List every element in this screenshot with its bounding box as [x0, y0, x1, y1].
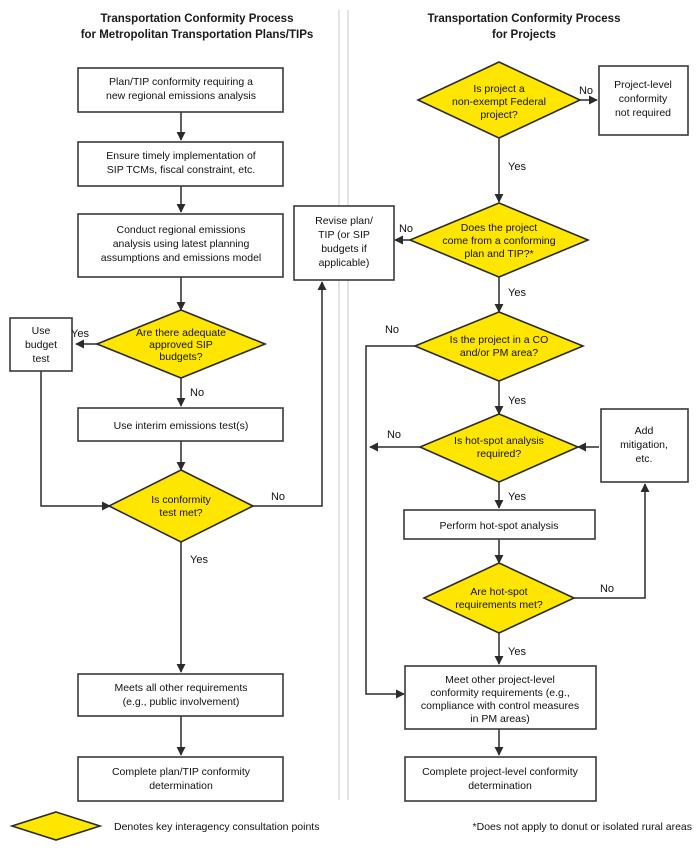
node-is-project-in-co-pm-area[interactable]: Is the project in a CO and/or PM area? [412, 311, 586, 382]
edge-label-yes-budget: Yes [71, 328, 89, 340]
node-meet-other-project-level-conformity-requirements[interactable]: Meet other project-level conformity requ… [404, 665, 597, 730]
node-label: compliance with control measures [421, 700, 579, 712]
node-is-hot-spot-analysis-required[interactable]: Is hot-spot analysis required? [417, 413, 581, 483]
node-label: Project-level [614, 79, 672, 91]
edge-n7-no-revise [253, 281, 327, 507]
node-is-conformity-test-met[interactable]: Is conformity test met? [107, 469, 255, 543]
edge-label-yes-hsreq: Yes [508, 646, 526, 658]
footnote-text: *Does not apply to donut or isolated rur… [473, 821, 692, 833]
legend-diamond-swatch [9, 811, 103, 841]
edge-label-no-budget: No [190, 387, 204, 399]
node-label: required? [477, 448, 522, 460]
node-label: conformity requirements (e.g., [430, 687, 569, 699]
node-label: Does the project [461, 222, 538, 234]
node-label: analysis using latest planning [113, 238, 250, 250]
node-is-project-non-exempt-federal[interactable]: Is project a non-exempt Federal project? [416, 61, 582, 139]
edge-label-yes-conforming: Yes [508, 287, 526, 299]
node-label: Meet other project-level [445, 674, 555, 686]
node-does-project-come-from-conforming-plan-tip[interactable]: Does the project come from a conforming … [407, 202, 591, 278]
node-label: budgets if [321, 243, 367, 255]
node-label: in PM areas) [470, 713, 530, 725]
node-label: test met? [159, 507, 202, 519]
node-label: mitigation, [620, 439, 668, 451]
node-label: determination [468, 780, 532, 792]
right-column-title-line1: Transportation Conformity Process [428, 13, 621, 25]
node-label: Is hot-spot analysis [454, 435, 544, 447]
node-label: Revise plan/ [315, 215, 373, 227]
flowchart-canvas: Transportation Conformity Process for Me… [0, 0, 700, 856]
edge-label-no-hotspot: No [387, 429, 401, 441]
flowchart-svg: Transportation Conformity Process for Me… [9, 10, 692, 841]
node-use-interim-emissions-test[interactable]: Use interim emissions test(s) [77, 407, 284, 442]
node-label: Plan/TIP conformity requiring a [109, 76, 253, 88]
node-label: requirements met? [455, 599, 543, 611]
node-label: SIP TCMs, fiscal constraint, etc. [107, 164, 255, 176]
node-label: budget [25, 339, 57, 351]
node-label: conformity [619, 93, 668, 105]
node-label: determination [149, 780, 213, 792]
node-label: Are there adequate [136, 327, 226, 339]
node-project-level-conformity-not-required[interactable]: Project-level conformity not required [598, 65, 689, 136]
node-are-hot-spot-requirements-met[interactable]: Are hot-spot requirements met? [422, 562, 576, 634]
node-label: (e.g., public involvement) [123, 696, 240, 708]
node-label: Add [635, 425, 654, 437]
node-label: Complete plan/TIP conformity [112, 766, 251, 778]
edge-r8-no-r6 [574, 483, 650, 599]
node-label: test [33, 353, 50, 365]
node-label: assumptions and emissions model [101, 252, 262, 264]
node-label: etc. [636, 453, 653, 465]
edge-label-yes-federal: Yes [508, 161, 526, 173]
node-label: Are hot-spot [470, 586, 527, 598]
legend-label: Denotes key interagency consultation poi… [114, 821, 319, 833]
edge-label-no-copm: No [385, 324, 399, 336]
node-label: Perform hot-spot analysis [439, 520, 558, 532]
edge-label-no-conforming: No [399, 223, 413, 235]
right-column-title-line2: for Projects [492, 29, 556, 41]
node-label: budgets? [159, 351, 202, 363]
node-label: new regional emissions analysis [106, 90, 256, 102]
node-complete-project-level-conformity-determination[interactable]: Complete project-level conformity determ… [404, 756, 597, 802]
node-label: Complete project-level conformity [422, 766, 579, 778]
node-add-mitigation[interactable]: Add mitigation, etc. [600, 408, 689, 483]
node-plan-tip-conformity[interactable]: Plan/TIP conformity requiring a new regi… [77, 67, 284, 113]
edge-label-yes-hotspot: Yes [508, 491, 526, 503]
node-meets-all-other-requirements[interactable]: Meets all other requirements (e.g., publ… [77, 673, 284, 717]
node-ensure-timely-implementation[interactable]: Ensure timely implementation of SIP TCMs… [77, 141, 284, 187]
node-revise-plan-tip[interactable]: Revise plan/ TIP (or SIP budgets if appl… [293, 205, 395, 281]
node-use-budget-test[interactable]: Use budget test [9, 317, 73, 372]
edge-label-no-conformity: No [271, 491, 285, 503]
node-label: and/or PM area? [460, 347, 538, 359]
node-label: Is project a [473, 83, 525, 95]
node-label: Ensure timely implementation of [106, 150, 255, 162]
left-column-title-line2: for Metropolitan Transportation Plans/TI… [81, 29, 314, 41]
node-label: Is conformity [151, 494, 211, 506]
node-label: non-exempt Federal [452, 96, 546, 108]
edge-label-yes-conformity: Yes [190, 554, 208, 566]
node-conduct-regional-emissions-analysis[interactable]: Conduct regional emissions analysis usin… [77, 213, 284, 278]
node-label: come from a conforming [442, 235, 555, 247]
edge-label-no-hsreq: No [600, 583, 614, 595]
node-label: Use [32, 325, 51, 337]
node-label: Is the project in a CO [450, 334, 549, 346]
node-label: project? [480, 109, 518, 121]
node-perform-hot-spot-analysis[interactable]: Perform hot-spot analysis [403, 509, 596, 540]
edge-label-no-federal: No [579, 85, 593, 97]
node-label: applicable) [319, 257, 370, 269]
legend: Denotes key interagency consultation poi… [9, 811, 319, 841]
node-label: not required [615, 107, 671, 119]
left-column-title-line1: Transportation Conformity Process [101, 13, 294, 25]
node-label: Use interim emissions test(s) [114, 420, 249, 432]
node-label: Conduct regional emissions [117, 224, 246, 236]
node-complete-plan-tip-conformity-determination[interactable]: Complete plan/TIP conformity determinati… [77, 756, 284, 802]
node-are-there-adequate-approved-sip-budgets[interactable]: Are there adequate approved SIP budgets? [94, 309, 268, 379]
edge-label-yes-copm: Yes [508, 395, 526, 407]
node-label: plan and TIP?* [464, 248, 533, 260]
node-label: approved SIP [149, 339, 213, 351]
node-label: TIP (or SIP [318, 229, 370, 241]
node-label: Meets all other requirements [114, 682, 247, 694]
